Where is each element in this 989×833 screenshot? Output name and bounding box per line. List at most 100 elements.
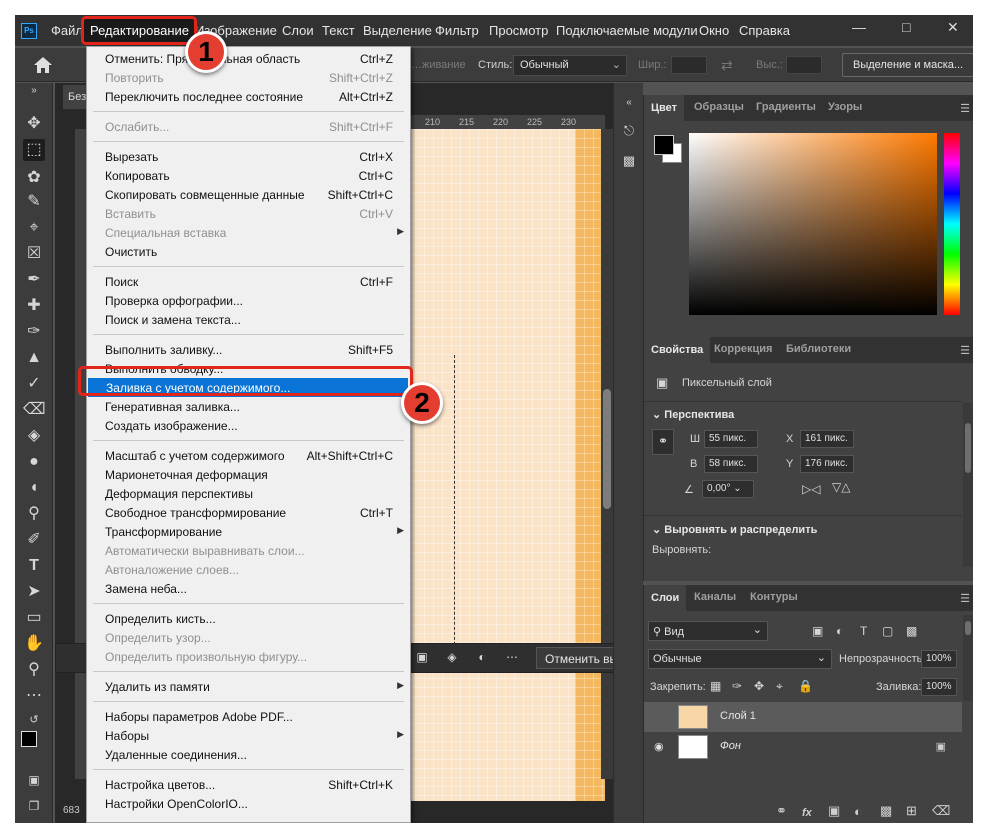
dodge-tool-icon[interactable]: ◖ — [23, 477, 45, 499]
foreground-color-icon[interactable] — [21, 731, 37, 747]
scrollbar-thumb[interactable] — [603, 389, 611, 509]
quick-mask-icon[interactable]: ▣ — [23, 769, 45, 791]
menu-item[interactable]: Вырезать Ctrl+X — [87, 147, 410, 166]
menu-layers[interactable]: Слои — [282, 23, 314, 38]
menu-item[interactable]: Поиск и замена текста... — [87, 310, 410, 329]
tab-layers[interactable]: Слои — [644, 585, 687, 611]
layer-filter-select[interactable]: ⚲ Вид ⌄ — [648, 621, 768, 641]
lock-pixels-icon[interactable]: ✑ — [732, 679, 742, 693]
menu-item[interactable]: Трансформирование ▶ — [87, 522, 410, 541]
lock-artboard-icon[interactable]: ⌖ — [776, 679, 783, 694]
history-icon[interactable]: ⎋ — [621, 123, 637, 139]
x-field[interactable]: 161 пикс. — [800, 430, 854, 448]
menu-item[interactable]: Создать изображение... — [87, 416, 410, 435]
collapse-icon[interactable]: « — [621, 97, 637, 113]
menu-item[interactable]: Очистить — [87, 242, 410, 261]
style-select[interactable]: Обычный ⌄ — [513, 55, 627, 76]
menu-item[interactable]: Настройки OpenColorIO... — [87, 794, 410, 813]
filter-shape-icon[interactable]: ▢ — [882, 624, 893, 638]
align-header[interactable]: ⌄ Выровнять и распределить — [652, 523, 817, 536]
menu-item[interactable]: Удалить из памяти ▶ — [87, 677, 410, 696]
new-layer-icon[interactable]: ⊞ — [906, 803, 917, 819]
menu-item[interactable]: Наборы ▶ — [87, 726, 410, 745]
blend-mode-select[interactable]: Обычные ⌄ — [648, 649, 832, 669]
filter-pixel-icon[interactable]: ▣ — [812, 624, 823, 638]
angle-field[interactable]: 0,00° ⌄ — [702, 480, 754, 498]
tab-patterns[interactable]: Узоры — [828, 101, 862, 113]
menu-item[interactable]: Удаленные соединения... — [87, 745, 410, 764]
type-tool-icon[interactable]: T — [23, 555, 45, 577]
swap-icon[interactable]: ⇄ — [721, 57, 733, 74]
menu-item[interactable]: Определить кисть... — [87, 609, 410, 628]
scrollbar-thumb[interactable] — [965, 423, 971, 473]
foreground-swatch[interactable] — [654, 135, 674, 155]
menu-item[interactable]: Замена неба... — [87, 579, 410, 598]
menu-item[interactable]: Настройка цветов... Shift+Ctrl+K — [87, 775, 410, 794]
menu-item[interactable]: Свободное трансформирование Ctrl+T — [87, 503, 410, 522]
panel-menu-icon[interactable]: ☰ — [960, 592, 970, 605]
height-field[interactable]: 58 пикс. — [704, 455, 758, 473]
add-mask-icon[interactable]: ▣ — [828, 803, 840, 819]
healing-brush-tool-icon[interactable]: ✚ — [23, 295, 45, 317]
fill-icon[interactable]: ◈ — [444, 650, 460, 666]
document-scrollbar[interactable] — [601, 129, 613, 779]
rectangle-tool-icon[interactable]: ▭ — [23, 607, 45, 629]
width-field[interactable]: 55 пикс. — [704, 430, 758, 448]
more-options-icon[interactable]: ⋯ — [504, 650, 520, 666]
link-layers-icon[interactable]: ⚭ — [776, 803, 787, 819]
new-group-icon[interactable]: ▩ — [880, 803, 892, 819]
hand-tool-icon[interactable]: ✋ — [23, 633, 45, 655]
home-icon[interactable] — [33, 56, 53, 74]
width-input[interactable] — [671, 56, 707, 74]
pen-tool-icon[interactable]: ✐ — [23, 529, 45, 551]
select-and-mask-button[interactable]: Выделение и маска... — [842, 53, 973, 77]
maximize-icon[interactable]: □ — [902, 19, 910, 35]
quick-select-tool-icon[interactable]: ✎ — [23, 191, 45, 213]
more-tools-icon[interactable]: ⋯ — [23, 685, 45, 707]
menu-item[interactable]: Проверка орфографии... — [87, 291, 410, 310]
scrollbar-thumb[interactable] — [965, 621, 971, 635]
layer-row[interactable]: ◉ Фон ▣ — [644, 732, 962, 762]
menu-text[interactable]: Текст — [322, 23, 355, 38]
visibility-eye-icon[interactable]: ◉ — [654, 740, 664, 753]
tab-color[interactable]: Цвет — [644, 95, 685, 121]
close-icon[interactable]: ✕ — [947, 19, 959, 36]
mask-icon[interactable]: ▣ — [414, 650, 430, 666]
tab-channels[interactable]: Каналы — [694, 591, 736, 603]
frame-tool-icon[interactable]: ☒ — [23, 243, 45, 265]
filter-type-icon[interactable]: T — [860, 624, 867, 638]
tab-gradients[interactable]: Градиенты — [756, 101, 816, 113]
collapse-icon[interactable]: » — [23, 85, 45, 97]
menu-item[interactable]: Наборы параметров Adobe PDF... — [87, 707, 410, 726]
menu-filter[interactable]: Фильтр — [435, 23, 479, 38]
crop-tool-icon[interactable]: ⌖ — [23, 217, 45, 239]
blur-tool-icon[interactable]: ● — [23, 451, 45, 473]
delete-layer-icon[interactable]: ⌫ — [932, 803, 950, 819]
tab-paths[interactable]: Контуры — [750, 591, 798, 603]
properties-scrollbar[interactable] — [963, 403, 973, 567]
zoom-tool-icon[interactable]: ⚲ — [23, 659, 45, 681]
menu-item[interactable]: Копировать Ctrl+C — [87, 166, 410, 185]
paint-bucket-tool-icon[interactable]: ◈ — [23, 425, 45, 447]
adjustment-layer-icon[interactable]: ◐ — [854, 804, 862, 819]
tab-swatches[interactable]: Образцы — [694, 101, 744, 113]
burn-tool-icon[interactable]: ⚲ — [23, 503, 45, 525]
link-icon[interactable]: ⚭ — [652, 429, 674, 455]
stamp-tool-icon[interactable]: ▲ — [23, 347, 45, 369]
screen-mode-icon[interactable]: ❐ — [23, 795, 45, 817]
panel-menu-icon[interactable]: ☰ — [960, 344, 970, 357]
brush-tool-icon[interactable]: ✑ — [23, 321, 45, 343]
marquee-tool-icon[interactable]: ⬚ — [23, 139, 45, 161]
y-field[interactable]: 176 пикс. — [800, 455, 854, 473]
lock-all-icon[interactable]: 🔒 — [798, 679, 813, 693]
tab-adjustments[interactable]: Коррекция — [714, 343, 772, 355]
filter-adjustment-icon[interactable]: ◐ — [836, 624, 843, 638]
menu-item[interactable]: Скопировать совмещенные данные Shift+Ctrl… — [87, 185, 410, 204]
menu-help[interactable]: Справка — [739, 23, 790, 38]
menu-file[interactable]: Файл — [51, 23, 83, 38]
layers-scrollbar[interactable] — [963, 615, 973, 701]
layer-effects-icon[interactable]: fx — [802, 807, 812, 819]
height-input[interactable] — [786, 56, 822, 74]
minimize-icon[interactable]: — — [852, 19, 866, 35]
lasso-tool-icon[interactable]: ✿ — [23, 167, 45, 189]
